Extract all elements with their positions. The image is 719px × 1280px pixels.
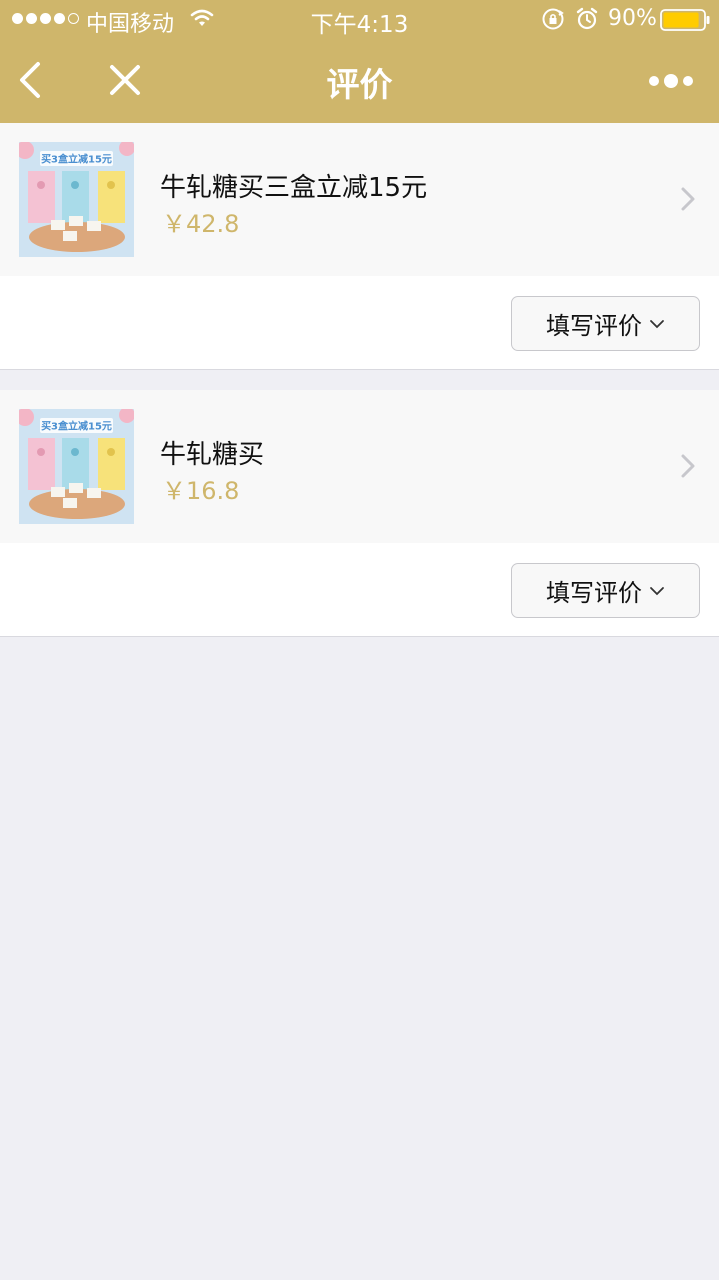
write-review-button[interactable]: 填写评价 <box>511 563 700 618</box>
write-review-label: 填写评价 <box>546 312 642 340</box>
chevron-right-icon <box>681 187 695 211</box>
chevron-down-icon <box>650 586 664 595</box>
rotation-lock-icon <box>542 8 564 30</box>
write-review-button[interactable]: 填写评价 <box>511 296 700 351</box>
write-review-label: 填写评价 <box>546 579 642 607</box>
product-price: ￥42.8 <box>162 210 240 238</box>
chevron-down-icon <box>650 319 664 328</box>
page-title: 评价 <box>326 65 393 104</box>
thumbnail-banner-text: 买3盒立减15元 <box>41 420 112 433</box>
alarm-icon <box>576 7 598 30</box>
order-item-card: 买3盒立减15元 牛轧糖买三盒立减15元 ￥42.8 填写评价 <box>0 123 719 370</box>
order-item-card: 买3盒立减15元 牛轧糖买 ￥16.8 填写评价 <box>0 390 719 637</box>
product-name: 牛轧糖买三盒立减15元 <box>160 173 428 203</box>
more-options-icon[interactable] <box>646 70 696 92</box>
battery-percentage: 90% <box>608 6 657 31</box>
battery-icon <box>660 9 710 31</box>
product-name: 牛轧糖买 <box>160 440 265 470</box>
product-price: ￥16.8 <box>162 477 240 505</box>
chevron-right-icon <box>681 454 695 478</box>
product-thumbnail: 买3盒立减15元 <box>19 409 134 524</box>
thumbnail-banner-text: 买3盒立减15元 <box>41 153 112 166</box>
top-bar: 中国移动 下午4:13 90% 评价 <box>0 0 719 123</box>
product-row[interactable]: 买3盒立减15元 牛轧糖买 ￥16.8 <box>0 390 719 543</box>
product-row[interactable]: 买3盒立减15元 牛轧糖买三盒立减15元 ￥42.8 <box>0 123 719 276</box>
product-thumbnail: 买3盒立减15元 <box>19 142 134 257</box>
status-bar: 中国移动 下午4:13 90% <box>0 0 719 40</box>
